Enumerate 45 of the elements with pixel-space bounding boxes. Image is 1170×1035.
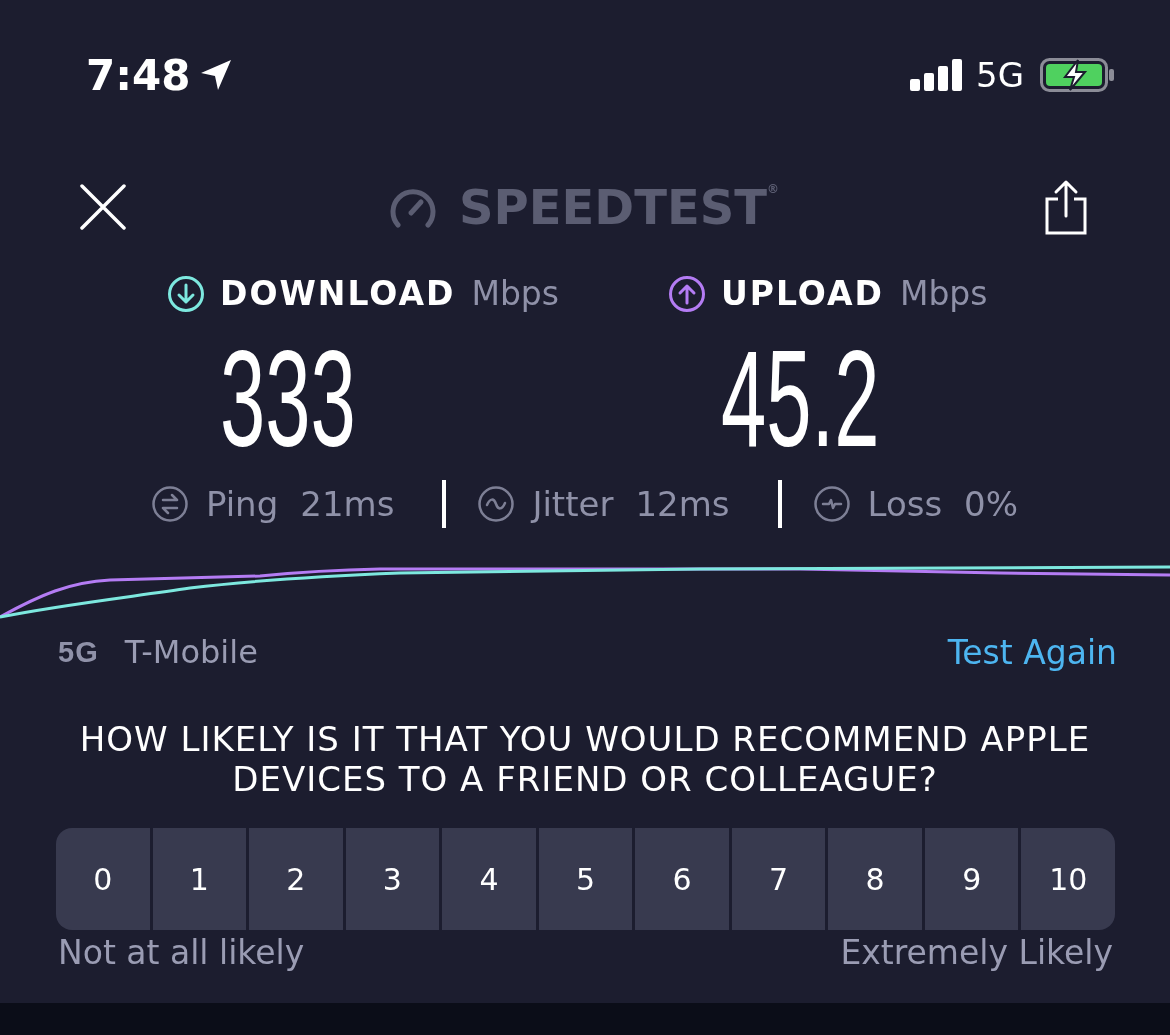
status-time: 7:48 [86,50,191,100]
up-arrow-circle-icon [669,276,705,312]
rating-option[interactable]: 9 [924,828,1019,930]
speed-unit: Mbps [471,274,559,314]
signal-bars-icon [910,59,962,91]
close-icon [80,184,126,230]
share-icon [1044,179,1088,235]
download-speed-value: 333 [220,343,356,453]
high-scale-label: Extremely Likely [840,935,1113,971]
rating-option[interactable]: 8 [828,828,922,930]
rating-option[interactable]: 4 [442,828,536,930]
upload-label: UPLOAD [721,274,884,314]
ping-value: 21ms [300,484,395,524]
rating-option[interactable]: 5 [538,828,633,930]
battery-charging-icon [1040,58,1115,92]
rating-option[interactable]: 1 [152,828,247,930]
gauge-icon [389,186,437,228]
double-arrow-circle-icon [151,486,188,522]
jitter-value: 12ms [635,484,730,524]
connection-type: 5G [58,635,99,669]
speedtest-logo-text: SPEEDTEST$^{®}$ [459,179,779,235]
ping-label: Ping [205,484,279,524]
speed-unit: Mbps [899,274,988,314]
loss-value: 0% [964,484,1019,524]
jitter-label: Jitter [532,484,614,524]
location-arrow-icon [200,59,233,91]
down-arrow-circle-icon [168,276,204,312]
rating-option[interactable]: 3 [345,828,440,930]
pulse-circle-icon [813,486,850,522]
share-button[interactable] [1044,179,1088,235]
close-button[interactable] [80,184,126,230]
carrier-name: T-Mobile [124,633,258,671]
survey-question: HOW LIKELY IS IT THAT YOU WOULD RECOMMEND APPLE DEVICES TO A FRIEND OR COLLEAGUE? [78,719,1092,799]
rating-option[interactable]: 2 [249,828,343,930]
loss-label: Loss [867,484,943,524]
test-again-link[interactable]: Test Again [947,632,1117,672]
rating-option[interactable]: 6 [635,828,729,930]
rating-option[interactable]: 10 [1021,828,1115,930]
upload-speed-value: 45.2 [721,343,880,453]
rating-option[interactable]: 7 [731,828,826,930]
wave-circle-icon [478,486,515,522]
low-scale-label: Not at all likely [58,935,305,971]
network-type: 5G [976,55,1024,95]
rating-option[interactable]: 0 [56,828,150,930]
download-label: DOWNLOAD [220,274,456,314]
